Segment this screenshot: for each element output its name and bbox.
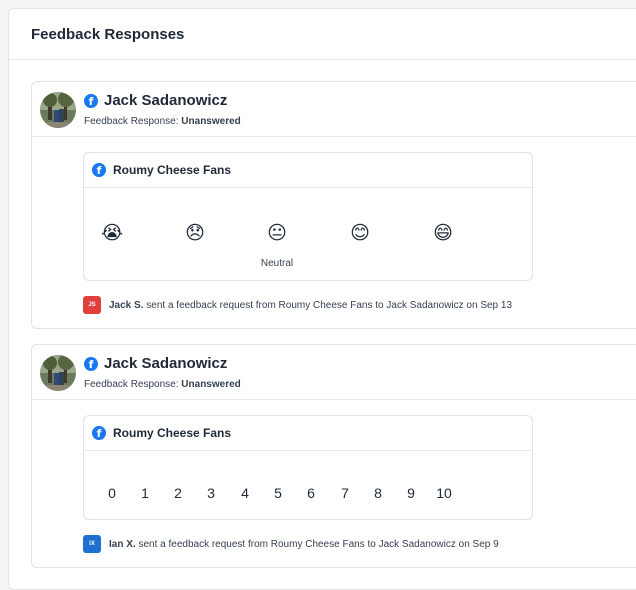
- nps-option-4[interactable]: 4: [234, 485, 256, 501]
- feedback-request-box: f Roumy Cheese Fans 0 1 2 3 4 5 6 7 8 9 …: [83, 415, 533, 520]
- nps-option-3[interactable]: 3: [200, 485, 222, 501]
- nps-option-7[interactable]: 7: [334, 485, 356, 501]
- facebook-icon: f: [84, 93, 98, 108]
- status-label: Feedback Response:: [84, 379, 179, 390]
- feedback-card: f Jack Sadanowicz Feedback Response: Una…: [31, 344, 636, 568]
- card-header: f Jack Sadanowicz Feedback Response: Una…: [32, 345, 636, 400]
- happy-face-icon[interactable]: 😄: [432, 222, 454, 244]
- sender-name: Jack S.: [109, 299, 144, 311]
- nps-option-8[interactable]: 8: [367, 485, 389, 501]
- facebook-icon: f: [84, 356, 98, 371]
- request-text: sent a feedback request from Roumy Chees…: [146, 299, 513, 311]
- feedback-request-box: f Roumy Cheese Fans 😭 😞 😐 😊 😄 Neutral: [83, 152, 533, 281]
- contact-name[interactable]: Jack Sadanowicz: [104, 92, 227, 109]
- nps-scale: 0 1 2 3 4 5 6 7 8 9 10: [84, 451, 532, 519]
- panel-title: Feedback Responses: [9, 9, 636, 60]
- nps-option-2[interactable]: 2: [167, 485, 189, 501]
- card-header: f Jack Sadanowicz Feedback Response: Una…: [32, 82, 636, 137]
- emoji-scale: 😭 😞 😐 😊 😄 Neutral: [84, 188, 532, 280]
- request-text: sent a feedback request from Roumy Chees…: [138, 538, 499, 550]
- nps-option-1[interactable]: 1: [134, 485, 156, 501]
- facebook-icon: f: [92, 163, 106, 177]
- sender-name: Ian X.: [109, 538, 136, 550]
- contact-name[interactable]: Jack Sadanowicz: [104, 355, 227, 372]
- contact-name-row: f Jack Sadanowicz: [84, 355, 227, 372]
- feedback-panel: Feedback Responses f Jack Sadanowicz Fee…: [8, 8, 636, 590]
- crying-face-icon[interactable]: 😭: [101, 222, 123, 244]
- nps-option-6[interactable]: 6: [300, 485, 322, 501]
- feedback-card: f Jack Sadanowicz Feedback Response: Una…: [31, 81, 636, 329]
- page-name: Roumy Cheese Fans: [113, 163, 232, 177]
- page-name: Roumy Cheese Fans: [113, 426, 232, 440]
- sender-badge: IX: [83, 535, 101, 553]
- neutral-face-icon[interactable]: 😐: [266, 222, 288, 244]
- request-footer: IX Ian X. sent a feedback request from R…: [83, 535, 499, 553]
- contact-name-row: f Jack Sadanowicz: [84, 92, 227, 109]
- feedback-status: Feedback Response: Unanswered: [84, 116, 241, 127]
- nps-option-9[interactable]: 9: [400, 485, 422, 501]
- smiling-face-icon[interactable]: 😊: [349, 222, 371, 244]
- sender-badge: JS: [83, 296, 101, 314]
- request-footer: JS Jack S. sent a feedback request from …: [83, 296, 512, 314]
- nps-option-10[interactable]: 10: [433, 485, 455, 501]
- avatar[interactable]: [40, 355, 76, 391]
- feedback-request-header: f Roumy Cheese Fans: [84, 153, 532, 188]
- avatar[interactable]: [40, 92, 76, 128]
- feedback-request-header: f Roumy Cheese Fans: [84, 416, 532, 451]
- status-value: Unanswered: [181, 116, 241, 127]
- nps-option-0[interactable]: 0: [101, 485, 123, 501]
- feedback-status: Feedback Response: Unanswered: [84, 379, 241, 390]
- disappointed-face-icon[interactable]: 😞: [184, 222, 206, 244]
- status-value: Unanswered: [181, 379, 241, 390]
- facebook-icon: f: [92, 426, 106, 440]
- status-label: Feedback Response:: [84, 116, 179, 127]
- neutral-label: Neutral: [260, 258, 294, 269]
- nps-option-5[interactable]: 5: [267, 485, 289, 501]
